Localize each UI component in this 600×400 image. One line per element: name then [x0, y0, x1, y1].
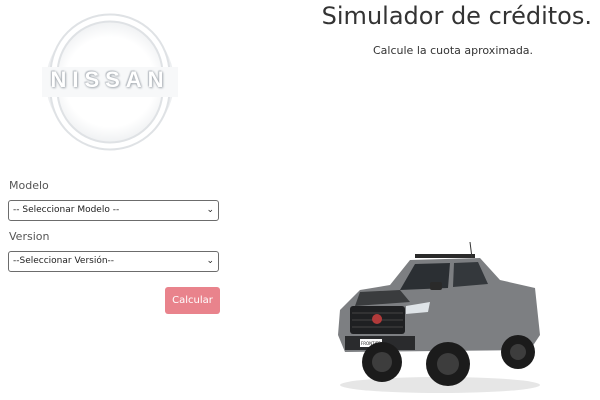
- page-subtitle: Calcule la cuota aproximada.: [373, 44, 534, 57]
- chevron-down-icon: ⌄: [206, 205, 214, 215]
- calculate-button[interactable]: Calcular: [165, 287, 220, 314]
- version-label: Version: [9, 230, 50, 243]
- page-title: Simulador de créditos.: [321, 2, 592, 30]
- truck-image: FRONTIER: [330, 240, 545, 395]
- model-select-value: -- Seleccionar Modelo --: [13, 205, 120, 215]
- nissan-logo: NISSAN: [40, 12, 180, 152]
- logo-wordmark: NISSAN: [50, 67, 170, 92]
- version-select[interactable]: --Seleccionar Versión-- ⌄: [8, 251, 219, 272]
- chevron-down-icon: ⌄: [206, 256, 214, 266]
- model-select[interactable]: -- Seleccionar Modelo -- ⌄: [8, 200, 219, 221]
- version-select-value: --Seleccionar Versión--: [13, 256, 115, 266]
- model-label: Modelo: [9, 179, 49, 192]
